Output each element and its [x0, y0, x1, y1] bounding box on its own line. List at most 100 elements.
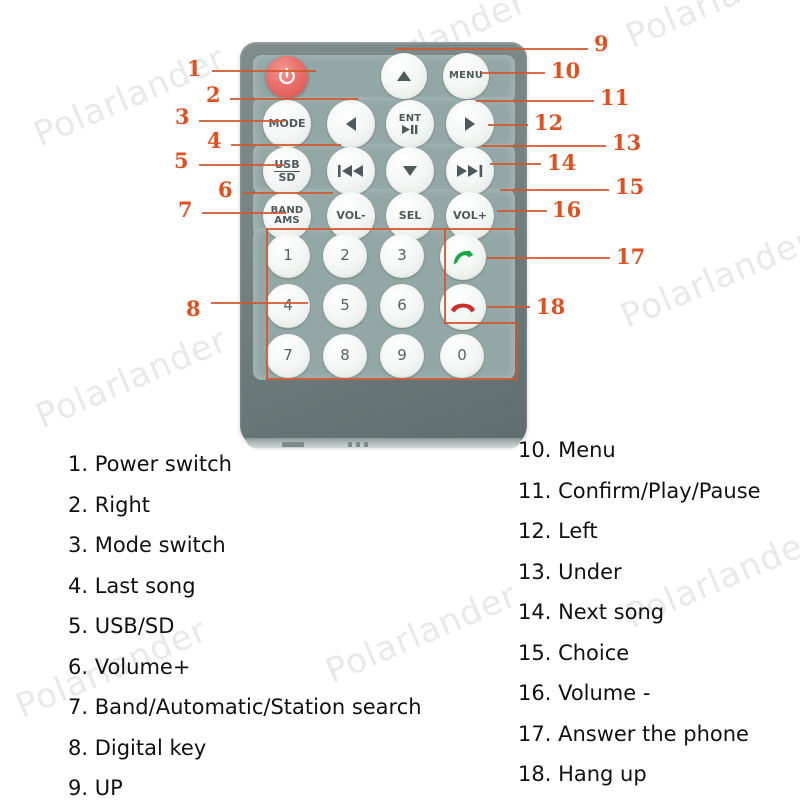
keypad-button-0[interactable]: 0	[440, 334, 484, 378]
power-button[interactable]	[266, 56, 308, 98]
legend-number: 2.	[68, 492, 95, 517]
legend-label: USB/SD	[94, 614, 175, 638]
keypad-button-3[interactable]: 3	[380, 234, 424, 278]
legend-label: Left	[558, 519, 598, 543]
up-button[interactable]	[381, 53, 427, 99]
legend-label: Next song	[558, 600, 665, 624]
legend-number: 6.	[68, 654, 95, 679]
legend-item-left-7: 7. Band/Automatic/Station search	[68, 695, 422, 719]
callout-number-3: 3	[175, 104, 190, 129]
legend-label: Answer the phone	[558, 721, 749, 746]
callout-leader-line-6	[243, 192, 333, 194]
legend-number: 10.	[518, 438, 559, 462]
legend-label: UP	[94, 776, 123, 800]
mode-button[interactable]: MODE	[263, 100, 311, 148]
callout-number-14: 14	[547, 150, 577, 175]
legend-item-left-5: 5. USB/SD	[68, 614, 174, 638]
callout-leader-line-12	[488, 124, 528, 126]
callout-number-9: 9	[594, 31, 609, 56]
legend-number: 14.	[518, 600, 559, 624]
callout-number-16: 16	[552, 197, 582, 222]
callout-leader-line-1	[212, 70, 316, 72]
phone-hangup-icon	[451, 303, 475, 313]
keypad-button-1[interactable]: 1	[266, 234, 310, 278]
volume-down-button[interactable]: VOL-	[327, 192, 375, 240]
legend-number: 3.	[68, 533, 95, 557]
digital-key-highlight-top	[266, 228, 518, 230]
keypad-button-7[interactable]: 7	[266, 334, 310, 378]
legend-item-right-18: 18. Hang up	[518, 762, 647, 786]
answer-call-button[interactable]	[440, 234, 486, 280]
callout-leader-line-16	[497, 210, 547, 212]
legend-number: 5.	[68, 614, 95, 638]
select-button[interactable]: SEL	[386, 192, 434, 240]
callout-number-6: 6	[218, 177, 233, 202]
digital-key-highlight-right-lower	[516, 322, 518, 380]
legend-number: 13.	[518, 559, 559, 584]
legend-item-left-3: 3. Mode switch	[68, 533, 226, 557]
legend-label: Menu	[558, 438, 616, 462]
legend-item-right-15: 15. Choice	[518, 641, 629, 665]
keypad-button-2[interactable]: 2	[323, 234, 367, 278]
legend-label: Confirm/Play/Pause	[558, 478, 761, 503]
callout-leader-line-17	[487, 257, 610, 259]
legend-number: 11.	[518, 478, 559, 503]
triangle-down-icon	[403, 166, 417, 176]
legend-item-left-9: 9. UP	[68, 776, 123, 800]
legend-number: 17.	[518, 721, 559, 746]
legend-number: 18.	[518, 762, 559, 786]
triangle-right-icon	[465, 117, 475, 131]
ent-play-pause-button[interactable]: ENT	[386, 100, 434, 148]
legend-label: Volume -	[558, 681, 651, 705]
keypad-button-6[interactable]: 6	[380, 284, 424, 328]
legend-item-left-4: 4. Last song	[68, 574, 196, 598]
keypad-button-4[interactable]: 4	[266, 284, 310, 328]
remote-bottom-edge	[246, 438, 521, 448]
callout-leader-line-11	[476, 100, 594, 102]
usb-sd-button[interactable]: USB SD	[263, 147, 311, 195]
previous-track-button[interactable]	[327, 147, 375, 195]
triangle-left-icon	[346, 117, 356, 131]
triangle-up-icon	[397, 71, 411, 81]
keypad-button-8[interactable]: 8	[323, 334, 367, 378]
callout-number-13: 13	[612, 130, 642, 155]
callout-leader-line-15	[500, 189, 609, 191]
legend-number: 4.	[68, 573, 95, 598]
keypad-button-9[interactable]: 9	[380, 334, 424, 378]
callout-leader-line-18	[487, 306, 530, 308]
callout-leader-line-4	[231, 144, 341, 146]
callout-number-17: 17	[616, 244, 646, 269]
callout-leader-line-14	[490, 163, 541, 165]
callout-leader-line-5	[199, 164, 285, 166]
digital-key-highlight-bottom	[266, 378, 518, 380]
callout-number-5: 5	[174, 148, 189, 173]
down-button[interactable]	[386, 147, 434, 195]
legend-label: Power switch	[94, 452, 232, 476]
callout-number-7: 7	[178, 197, 193, 222]
legend-label: Last song	[94, 573, 196, 598]
callout-leader-line-7	[202, 212, 286, 214]
sd-label: SD	[278, 170, 296, 184]
callout-number-11: 11	[600, 85, 630, 110]
keypad-button-5[interactable]: 5	[323, 284, 367, 328]
callout-leader-line-13	[482, 145, 606, 147]
callout-number-4: 4	[207, 128, 222, 153]
legend-label: Band/Automatic/Station search	[94, 695, 422, 719]
volume-up-button[interactable]: VOL+	[446, 192, 494, 240]
remote-control-device: MENU MODE ENT USB SD BAND AMS VOL- SEL V…	[240, 42, 527, 448]
legend-item-right-12: 12. Left	[518, 519, 598, 543]
digital-key-highlight-step	[444, 322, 518, 324]
play-pause-icon	[402, 125, 418, 135]
next-track-button[interactable]	[446, 147, 494, 195]
legend-number: 8.	[68, 735, 95, 760]
left-button[interactable]	[327, 100, 375, 148]
legend-item-right-14: 14. Next song	[518, 600, 664, 624]
callout-leader-line-9	[395, 48, 588, 50]
legend-number: 7.	[68, 695, 95, 719]
band-ams-button[interactable]: BAND AMS	[263, 192, 311, 240]
right-button[interactable]	[446, 100, 494, 148]
watermark-text: Polarlander	[620, 0, 800, 57]
ent-label: ENT	[398, 112, 422, 124]
menu-button[interactable]: MENU	[443, 53, 489, 99]
legend-label: Under	[558, 559, 622, 584]
